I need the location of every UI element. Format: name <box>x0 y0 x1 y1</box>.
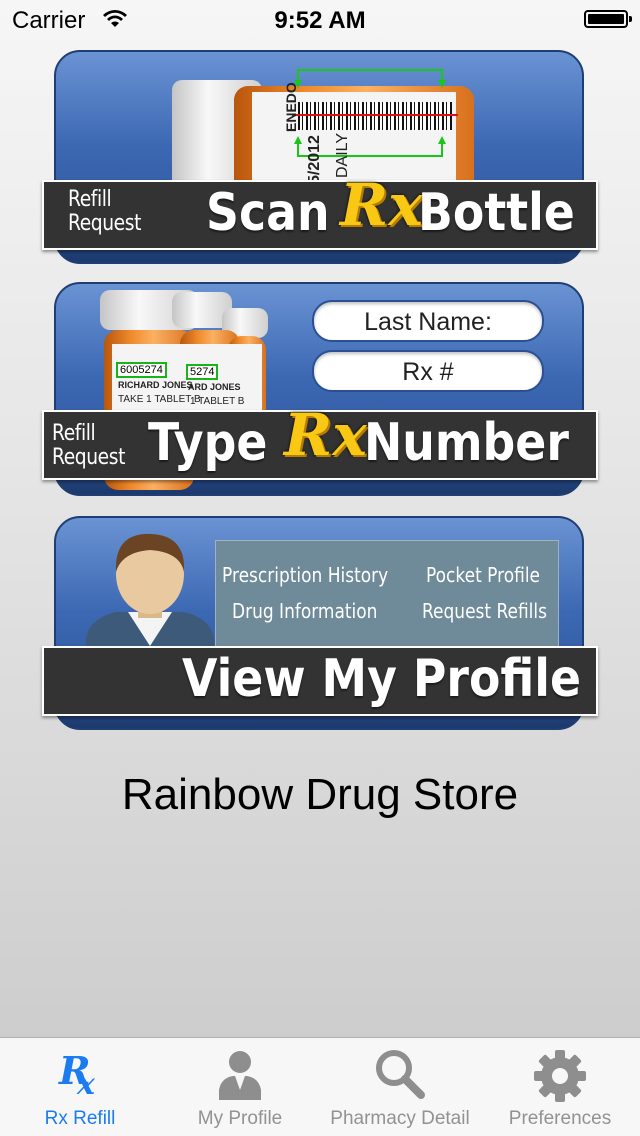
tab-preferences[interactable]: Preferences <box>480 1038 640 1136</box>
menu-prescription-history[interactable]: Prescription History <box>222 563 388 587</box>
number-word: Number <box>364 413 569 473</box>
menu-pocket-profile[interactable]: Pocket Profile <box>426 563 540 587</box>
clock: 9:52 AM <box>274 7 366 34</box>
type-number-banner[interactable]: Refill Request Type Rx Number <box>42 406 598 480</box>
tab-label: My Profile <box>197 1108 283 1129</box>
rx-number-field[interactable]: Rx # <box>312 350 544 392</box>
person-icon <box>217 1048 263 1105</box>
scan-bottle-banner[interactable]: Refill Request Scan Rx Bottle <box>42 176 598 250</box>
menu-drug-information[interactable]: Drug Information <box>232 599 377 623</box>
view-my-profile-title: View My Profile <box>182 649 582 709</box>
refill-request-label: Refill Request <box>68 187 141 236</box>
tab-rx-refill[interactable]: R x Rx Refill <box>0 1038 160 1136</box>
rx-icon: R x <box>55 1048 105 1103</box>
rx-number-highlight: 6005274 <box>116 362 167 378</box>
person-avatar-icon <box>86 533 214 650</box>
rx-logo-icon: Rx <box>340 171 423 239</box>
tab-label: Pharmacy Detail <box>330 1108 470 1129</box>
profile-menu-panel: Prescription History Pocket Profile Drug… <box>215 540 559 652</box>
gear-icon <box>532 1048 588 1109</box>
status-bar: Carrier 9:52 AM <box>0 0 640 40</box>
battery-icon <box>584 10 632 28</box>
type-word: Type <box>148 413 268 473</box>
last-name-field[interactable]: Last Name: <box>312 300 544 342</box>
tab-pharmacy-detail[interactable]: Pharmacy Detail <box>320 1038 480 1136</box>
refill-request-label: Refill Request <box>52 421 125 470</box>
magnifier-icon <box>373 1048 427 1105</box>
tab-bar: R x Rx Refill My Profile Pharmacy Detail <box>0 1037 640 1136</box>
scan-word: Scan <box>206 183 330 243</box>
tab-label: Preferences <box>508 1108 612 1129</box>
bottle-word: Bottle <box>418 183 575 243</box>
rx-logo-icon: Rx <box>284 401 367 469</box>
svg-text:x: x <box>76 1067 96 1098</box>
tab-label: Rx Refill <box>44 1108 116 1129</box>
menu-request-refills[interactable]: Request Refills <box>422 599 547 623</box>
tab-my-profile[interactable]: My Profile <box>160 1038 320 1136</box>
store-name: Rainbow Drug Store <box>121 770 519 819</box>
view-profile-banner[interactable]: View My Profile <box>42 646 598 716</box>
